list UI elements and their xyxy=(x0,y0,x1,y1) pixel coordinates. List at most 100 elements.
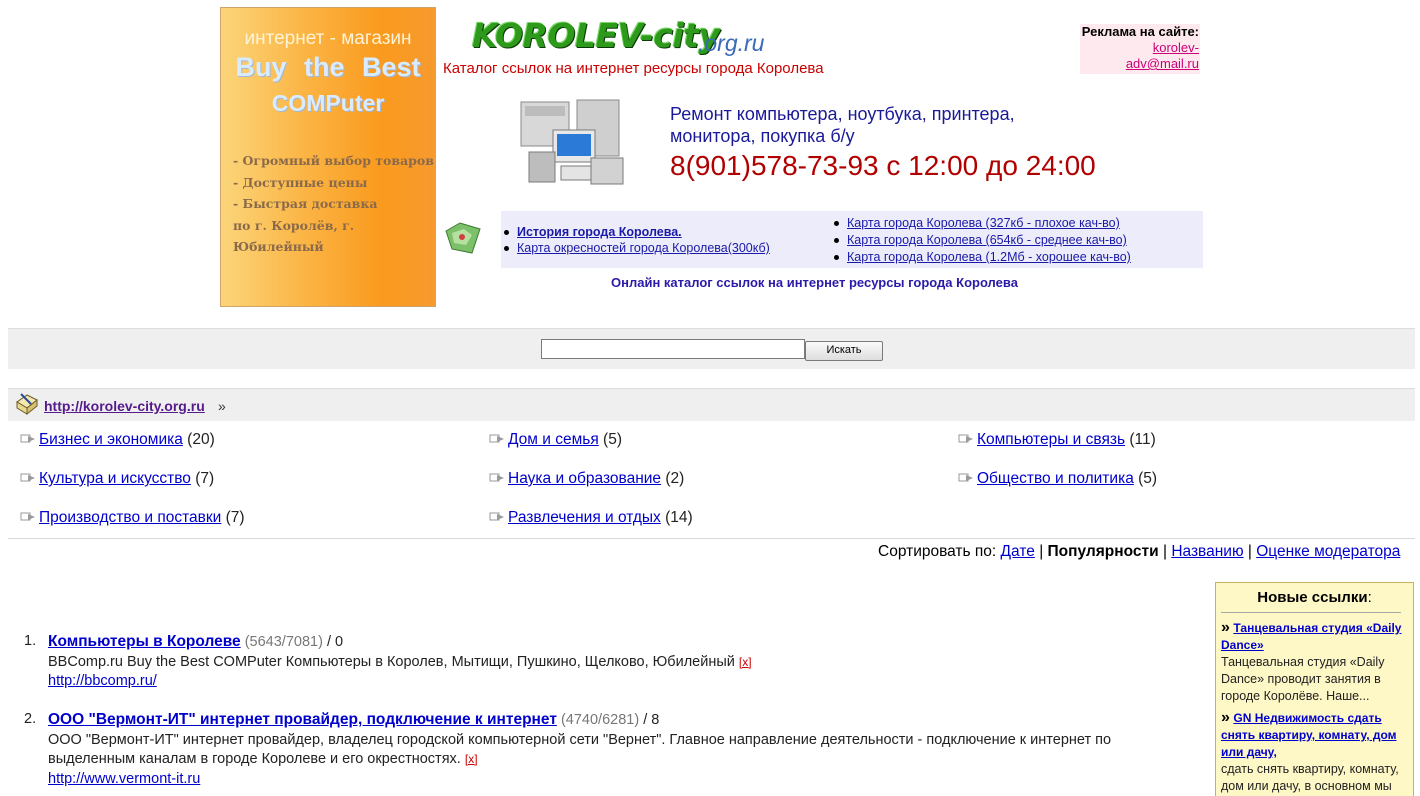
category-item: Наука и образование (2) xyxy=(489,470,684,488)
category-link-society[interactable]: Общество и политика xyxy=(977,470,1134,487)
catalog-caption: Онлайн каталог ссылок на интернет ресурс… xyxy=(611,275,1018,290)
repair-phone[interactable]: 8(901)578-73-93 с 12:00 до 24:00 xyxy=(670,150,1096,182)
banner-feature: - Огромный выбор товаров xyxy=(233,153,434,168)
arrow-right-icon xyxy=(489,473,504,482)
result-url-link[interactable]: http://bbcomp.ru/ xyxy=(48,673,157,689)
sort-by-moderator-link[interactable]: Оценке модератора xyxy=(1256,543,1400,560)
category-item: Развлечения и отдых (14) xyxy=(489,509,693,527)
category-item: Производство и поставки (7) xyxy=(20,509,245,527)
category-count: (11) xyxy=(1129,431,1156,448)
category-item: Дом и семья (5) xyxy=(489,431,622,449)
banner-feature: - Быстрая доставка xyxy=(233,196,378,211)
banner-feature: по г. Королёв, г. Юбилейный xyxy=(233,217,355,255)
sort-controls: Сортировать по: Дате | Популярности | На… xyxy=(878,543,1400,561)
city-links-panel: История города Королева. Карта окресност… xyxy=(501,211,1203,268)
result-close-link[interactable]: [x] xyxy=(739,655,752,669)
category-count: (5) xyxy=(603,431,622,448)
repair-ad-text[interactable]: Ремонт компьютера, ноутбука, принтера, м… xyxy=(670,103,1015,147)
history-links: История города Королева. Карта окресност… xyxy=(501,224,770,256)
new-links-title: Новые ссылки: xyxy=(1257,589,1372,606)
list-item: История города Королева. xyxy=(501,224,770,240)
search-button[interactable]: Искать xyxy=(805,341,883,361)
category-link-entertainment[interactable]: Развлечения и отдых xyxy=(508,509,661,526)
result-stats: (5643/7081) xyxy=(244,634,323,650)
site-logo-domain: .org.ru xyxy=(698,30,765,56)
sort-by-name-link[interactable]: Названию xyxy=(1171,543,1243,560)
result-body: ООО "Вермонт-ИТ" интернет провайдер, под… xyxy=(48,710,1196,789)
map-link-high[interactable]: Карта города Королева (1.2Мб - хорошее к… xyxy=(847,250,1131,264)
new-link-title[interactable]: GN Недвижимость сдать снять квартиру, ко… xyxy=(1221,711,1397,759)
category-link-home-family[interactable]: Дом и семья xyxy=(508,431,599,448)
sort-separator: | xyxy=(1039,543,1044,560)
list-item: Карта города Королева (1.2Мб - хорошее к… xyxy=(831,249,1131,266)
sort-by-popularity-active: Популярности xyxy=(1047,543,1159,560)
computer-equipment-image[interactable] xyxy=(517,96,627,188)
breadcrumb-separator: » xyxy=(218,398,226,414)
result-score: / 0 xyxy=(326,634,344,650)
repair-line: Ремонт компьютера, ноутбука, принтера, xyxy=(670,104,1015,124)
result-score: / 8 xyxy=(643,712,660,728)
result-body: Компьютеры в Королеве (5643/7081) / 0 BB… xyxy=(48,632,752,692)
surroundings-map-link[interactable]: Карта окресностей города Королева(300кб) xyxy=(517,241,770,255)
repair-line: монитора, покупка б/у xyxy=(670,126,855,146)
arrow-right-icon xyxy=(489,512,504,521)
category-count: (14) xyxy=(665,509,693,526)
map-links: Карта города Королева (327кб - плохое ка… xyxy=(831,215,1131,266)
breadcrumb: http://korolev-city.org.ru » xyxy=(8,388,1415,421)
list-item: Карта города Королева (327кб - плохое ка… xyxy=(831,215,1131,232)
bullet-raquo-icon: » xyxy=(1221,709,1230,726)
category-count: (5) xyxy=(1138,470,1158,487)
history-link[interactable]: История города Королева. xyxy=(517,225,682,239)
breadcrumb-home-link[interactable]: http://korolev-city.org.ru xyxy=(44,398,205,414)
map-icon xyxy=(445,222,481,254)
arrow-right-icon xyxy=(958,434,973,443)
category-link-science[interactable]: Наука и образование xyxy=(508,470,661,487)
category-count: (7) xyxy=(195,470,215,487)
arrow-right-icon xyxy=(20,512,35,521)
sort-separator: | xyxy=(1247,543,1252,560)
category-link-computers[interactable]: Компьютеры и связь xyxy=(977,431,1125,448)
result-number: 2. xyxy=(24,711,37,727)
category-link-production[interactable]: Производство и поставки xyxy=(39,509,221,526)
category-link-culture[interactable]: Культура и искусство xyxy=(39,470,191,487)
result-number: 1. xyxy=(24,633,37,649)
banner-slogan: Buy the Best xyxy=(235,52,421,82)
list-item: Карта окресностей города Королева(300кб) xyxy=(501,240,770,256)
site-tagline: Каталог ссылок на интернет ресурсы город… xyxy=(443,60,824,77)
map-link-low[interactable]: Карта города Королева (327кб - плохое ка… xyxy=(847,216,1120,230)
site-logo[interactable]: KOROLEV-city xyxy=(472,16,720,55)
arrow-right-icon xyxy=(20,434,35,443)
banner-brand: COMPuter xyxy=(271,90,385,116)
category-count: (20) xyxy=(187,431,215,448)
result-title-link[interactable]: Компьютеры в Королеве xyxy=(48,633,241,650)
new-links-sidebar: Новые ссылки: » Танцевальная студия «Dai… xyxy=(1215,582,1414,796)
arrow-right-icon xyxy=(20,473,35,482)
new-link-text: сдать снять квартиру, комнату, дом или д… xyxy=(1221,762,1399,793)
sort-label: Сортировать по: xyxy=(878,543,997,560)
category-item: Культура и искусство (7) xyxy=(20,470,214,488)
result-stats: (4740/6281) xyxy=(560,712,640,728)
map-link-medium[interactable]: Карта города Королева (654кб - среднее к… xyxy=(847,233,1127,247)
result-description: BBComp.ru Buy the Best COMPuter Компьюте… xyxy=(48,653,735,670)
arrow-right-icon xyxy=(489,434,504,443)
sort-by-date-link[interactable]: Дате xyxy=(1001,543,1035,560)
ad-email-link[interactable]: korolev-adv@mail.ru xyxy=(1126,40,1199,71)
banner-subtitle: интернет - магазин xyxy=(244,28,412,49)
category-link-business[interactable]: Бизнес и экономика xyxy=(39,431,183,448)
search-input[interactable] xyxy=(541,339,805,359)
divider xyxy=(1221,612,1401,613)
list-item: » Танцевальная студия «Daily Dance» Танц… xyxy=(1216,619,1413,705)
sort-separator: | xyxy=(1162,543,1167,560)
shop-banner[interactable]: интернет - магазин Buy the Best COMPuter… xyxy=(220,7,436,307)
result-close-link[interactable]: [x] xyxy=(465,752,478,766)
result-url-link[interactable]: http://www.vermont-it.ru xyxy=(48,771,200,787)
category-item: Общество и политика (5) xyxy=(958,470,1157,488)
new-link-title[interactable]: Танцевальная студия «Daily Dance» xyxy=(1221,621,1401,652)
result-title-link[interactable]: ООО "Вермонт-ИТ" интернет провайдер, под… xyxy=(48,711,557,728)
list-item: Карта города Королева (654кб - среднее к… xyxy=(831,232,1131,249)
list-item: » GN Недвижимость сдать снять квартиру, … xyxy=(1216,709,1413,795)
divider xyxy=(8,538,1415,539)
banner-feature: - Доступные цены xyxy=(233,174,368,190)
result-description: ООО "Вермонт-ИТ" интернет провайдер, вла… xyxy=(48,731,1112,768)
ad-label: Реклама на сайте: xyxy=(1081,24,1199,39)
